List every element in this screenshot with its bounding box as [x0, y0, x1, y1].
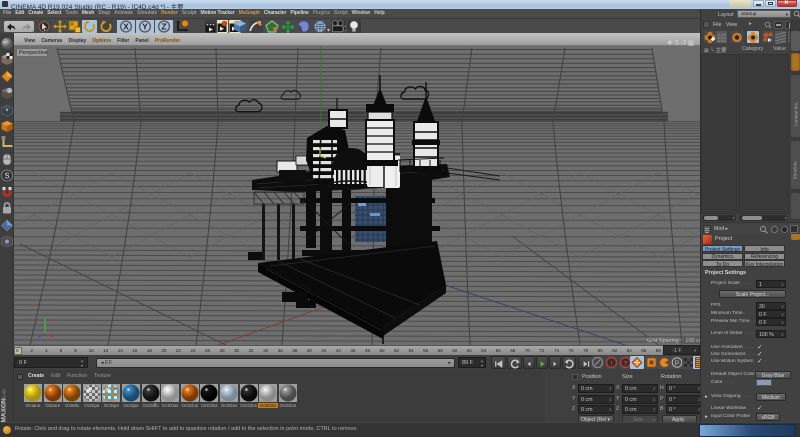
svg-text:!: !	[610, 361, 612, 368]
svg-text:S: S	[4, 172, 10, 181]
svg-text:Y: Y	[142, 21, 148, 31]
svg-text:X: X	[123, 21, 129, 31]
svg-text:Z: Z	[162, 21, 167, 31]
svg-text:?: ?	[624, 361, 628, 368]
svg-text:P: P	[675, 360, 680, 367]
